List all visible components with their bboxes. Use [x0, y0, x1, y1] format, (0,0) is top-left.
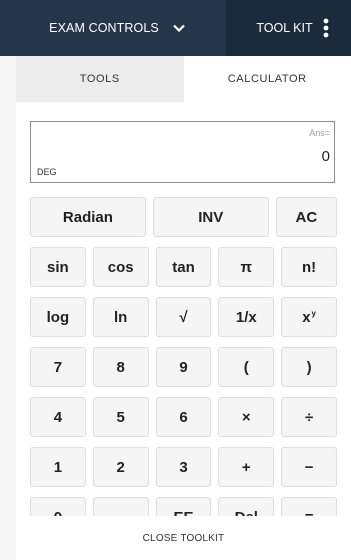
digit-9-button[interactable]: 9 — [155, 347, 212, 387]
calculator-display: Ans= 0 DEG — [30, 121, 335, 183]
tab-tools[interactable]: TOOLS — [16, 56, 184, 102]
keypad-row: 4 5 6 × ÷ — [30, 397, 337, 437]
close-toolkit-button[interactable]: CLOSE TOOLKIT — [16, 516, 351, 560]
display-value: 0 — [321, 148, 330, 165]
keypad-row: Radian INV AC — [30, 197, 337, 237]
digit-7-button[interactable]: 7 — [30, 347, 86, 387]
tool-kit-button[interactable]: TOOL KIT — [226, 0, 351, 56]
divide-button[interactable]: ÷ — [281, 397, 337, 437]
multiply-button[interactable]: × — [218, 397, 275, 437]
all-clear-button[interactable]: AC — [275, 197, 337, 237]
digit-4-button[interactable]: 4 — [30, 397, 86, 437]
inv-button[interactable]: INV — [152, 197, 269, 237]
digit-5-button[interactable]: 5 — [92, 397, 149, 437]
factorial-button[interactable]: n! — [281, 247, 337, 287]
digit-3-button[interactable]: 3 — [155, 447, 212, 487]
cos-button[interactable]: cos — [92, 247, 149, 287]
tan-button[interactable]: tan — [155, 247, 212, 287]
plus-button[interactable]: + — [218, 447, 275, 487]
tool-kit-label: TOOL KIT — [256, 21, 313, 35]
toolkit-tabs: TOOLS CALCULATOR — [16, 56, 351, 102]
pi-button[interactable]: π — [218, 247, 275, 287]
tab-calculator[interactable]: CALCULATOR — [183, 56, 351, 102]
open-paren-button[interactable]: ( — [218, 347, 275, 387]
keypad: Radian INV AC sin cos tan π n! log ln √ … — [30, 197, 337, 547]
top-bar: EXAM CONTROLS TOOL KIT — [0, 0, 351, 56]
power-base: x — [302, 308, 311, 326]
power-button[interactable]: xy — [281, 297, 337, 337]
sqrt-button[interactable]: √ — [155, 297, 212, 337]
power-exponent: y — [311, 308, 316, 318]
sin-button[interactable]: sin — [30, 247, 86, 287]
digit-8-button[interactable]: 8 — [92, 347, 149, 387]
exam-controls-label: EXAM CONTROLS — [49, 21, 159, 35]
toolkit-panel: TOOLS CALCULATOR Ans= 0 DEG Radian INV A… — [16, 56, 351, 560]
minus-button[interactable]: − — [281, 447, 337, 487]
ln-button[interactable]: ln — [92, 297, 149, 337]
chevron-down-icon — [173, 24, 185, 32]
digit-6-button[interactable]: 6 — [155, 397, 212, 437]
keypad-row: 7 8 9 ( ) — [30, 347, 337, 387]
digit-1-button[interactable]: 1 — [30, 447, 86, 487]
more-vertical-icon[interactable] — [323, 18, 329, 38]
keypad-row: sin cos tan π n! — [30, 247, 337, 287]
exam-controls-button[interactable]: EXAM CONTROLS — [0, 0, 226, 56]
digit-2-button[interactable]: 2 — [92, 447, 149, 487]
angle-mode-indicator: DEG — [37, 167, 57, 177]
keypad-row: 1 2 3 + − — [30, 447, 337, 487]
log-button[interactable]: log — [30, 297, 86, 337]
close-paren-button[interactable]: ) — [281, 347, 337, 387]
radian-button[interactable]: Radian — [30, 197, 146, 237]
keypad-row: log ln √ 1/x xy — [30, 297, 337, 337]
ans-label: Ans= — [309, 128, 330, 138]
reciprocal-button[interactable]: 1/x — [218, 297, 275, 337]
close-toolkit-label: CLOSE TOOLKIT — [142, 532, 225, 544]
